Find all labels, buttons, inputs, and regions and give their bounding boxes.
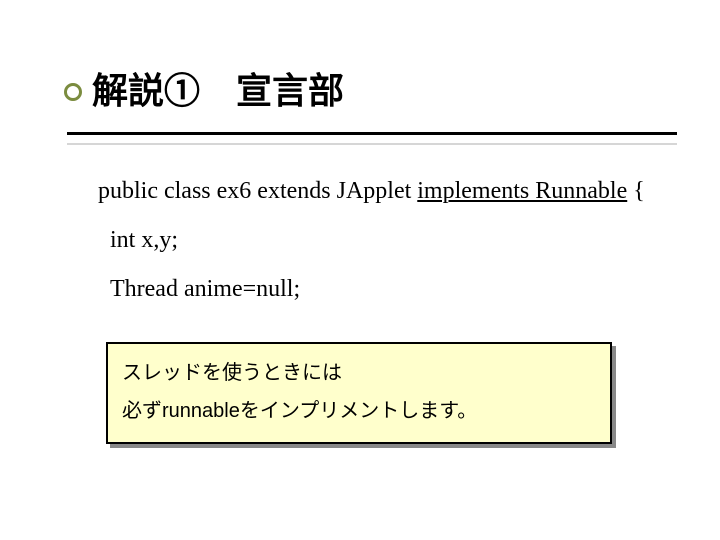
body-block: public class ex6 extends JApplet impleme… [98, 178, 660, 325]
title-underline [67, 132, 677, 135]
bullet-icon [64, 83, 82, 101]
code-line-1-post: { [627, 178, 645, 204]
title-block: 解説① 宣言部 [64, 62, 680, 153]
code-line-3: Thread anime=null; [98, 276, 660, 303]
slide-title: 解説① 宣言部 [92, 70, 344, 111]
code-line-1-emph: implements Runnable [417, 178, 627, 204]
note-box: スレッドを使うときには 必ずrunnableをインプリメントします。 [106, 342, 612, 444]
note-line-2: 必ずrunnableをインプリメントします。 [122, 392, 596, 430]
note-line-1: スレッドを使うときには [122, 354, 596, 392]
slide: 解説① 宣言部 public class ex6 extends JApplet… [0, 0, 720, 540]
code-line-1: public class ex6 extends JApplet impleme… [98, 178, 660, 205]
title-underline-shadow [67, 143, 677, 145]
code-line-1-pre: public class ex6 extends JApplet [98, 178, 417, 204]
code-line-2: int x,y; [98, 227, 660, 254]
